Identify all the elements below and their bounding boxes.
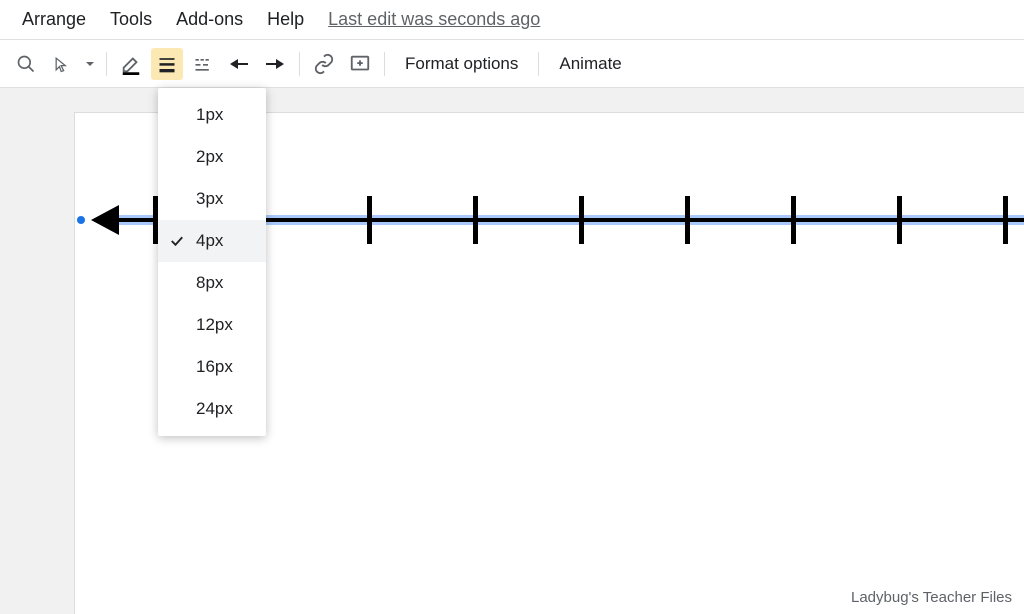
toolbar-separator — [106, 52, 107, 76]
arrowhead-icon — [91, 205, 119, 235]
line-weight-option-16px[interactable]: 16px — [158, 346, 266, 388]
menu-arrange[interactable]: Arrange — [10, 3, 98, 36]
tick-mark — [897, 196, 902, 244]
last-edit-status[interactable]: Last edit was seconds ago — [316, 3, 552, 36]
tick-mark — [579, 196, 584, 244]
toolbar-separator — [299, 52, 300, 76]
insert-comment-icon[interactable] — [344, 48, 376, 80]
menu-addons[interactable]: Add-ons — [164, 3, 255, 36]
select-dropdown-icon[interactable] — [82, 48, 98, 80]
tick-mark — [473, 196, 478, 244]
line-end-icon[interactable] — [259, 48, 291, 80]
format-options-button[interactable]: Format options — [391, 48, 532, 80]
menu-tools[interactable]: Tools — [98, 3, 164, 36]
menu-help[interactable]: Help — [255, 3, 316, 36]
select-tool-icon[interactable] — [46, 48, 78, 80]
line-dash-icon[interactable] — [187, 48, 219, 80]
toolbar: Format options Animate — [0, 40, 1024, 88]
line-start-icon[interactable] — [223, 48, 255, 80]
watermark-text: Ladybug's Teacher Files — [851, 589, 1012, 606]
selection-handle[interactable] — [77, 216, 85, 224]
animate-button[interactable]: Animate — [545, 48, 635, 80]
line-weight-option-8px[interactable]: 8px — [158, 262, 266, 304]
crop-tool-icon[interactable] — [10, 48, 42, 80]
line-weight-option-2px[interactable]: 2px — [158, 136, 266, 178]
tick-mark — [367, 196, 372, 244]
canvas-area: Ladybug's Teacher Files — [0, 88, 1024, 614]
insert-link-icon[interactable] — [308, 48, 340, 80]
menu-bar: Arrange Tools Add-ons Help Last edit was… — [0, 0, 1024, 40]
line-weight-option-12px[interactable]: 12px — [158, 304, 266, 346]
line-weight-option-4px[interactable]: 4px — [158, 220, 266, 262]
toolbar-separator — [384, 52, 385, 76]
line-weight-option-label: 4px — [196, 231, 223, 251]
toolbar-separator — [538, 52, 539, 76]
tick-mark — [685, 196, 690, 244]
line-weight-dropdown: 1px 2px 3px 4px 8px 12px 16px 24px — [158, 88, 266, 436]
tick-mark — [1003, 196, 1008, 244]
line-weight-option-1px[interactable]: 1px — [158, 94, 266, 136]
line-weight-icon[interactable] — [151, 48, 183, 80]
line-color-icon[interactable] — [115, 48, 147, 80]
line-weight-option-24px[interactable]: 24px — [158, 388, 266, 430]
check-icon — [168, 232, 186, 250]
tick-mark — [791, 196, 796, 244]
line-weight-option-3px[interactable]: 3px — [158, 178, 266, 220]
